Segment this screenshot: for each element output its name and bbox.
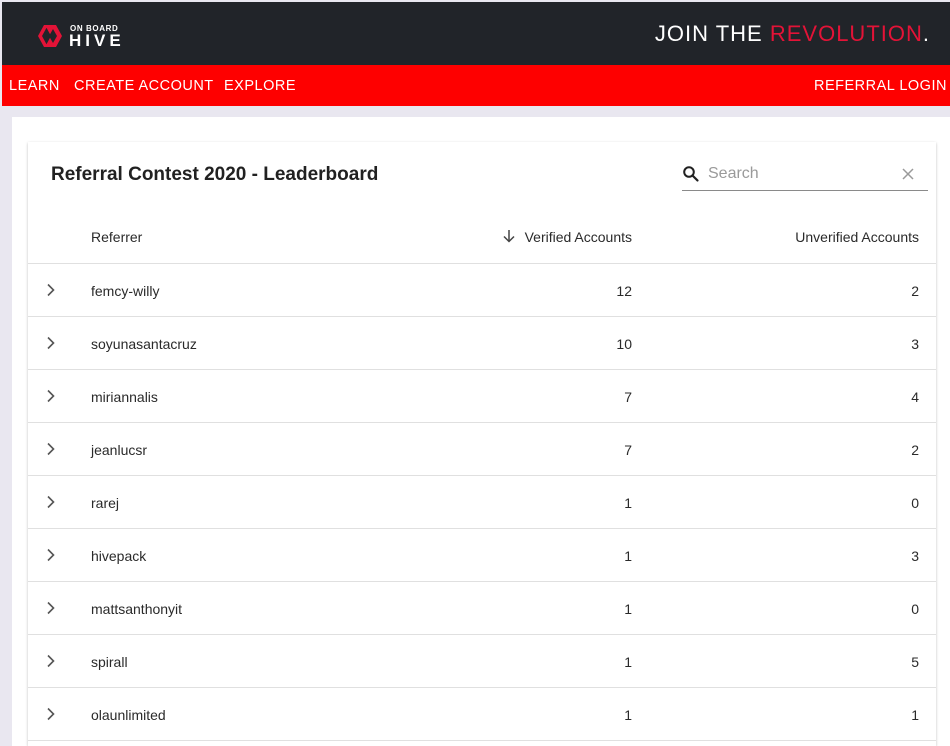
page-title: Referral Contest 2020 - Leaderboard bbox=[51, 164, 379, 185]
referrer-name: spirall bbox=[91, 654, 128, 670]
table-row[interactable]: soyunasantacruz 10 3 bbox=[28, 317, 936, 370]
verified-count: 12 bbox=[616, 283, 632, 299]
verified-count: 7 bbox=[624, 442, 632, 458]
table-body: femcy-willy 12 2 soyunasantacruz 10 3 mirianna… bbox=[28, 264, 936, 741]
referrer-name: miriannalis bbox=[91, 389, 158, 405]
verified-count: 1 bbox=[624, 495, 632, 511]
unverified-count: 3 bbox=[911, 548, 919, 564]
referrer-name: femcy-willy bbox=[91, 283, 160, 299]
referrer-name: hivepack bbox=[91, 548, 147, 564]
clear-search-icon[interactable] bbox=[902, 168, 914, 180]
chevron-right-icon[interactable] bbox=[46, 654, 56, 668]
onboard-hive-logo[interactable]: ON BOARD HIVE bbox=[38, 21, 138, 51]
chevron-right-icon[interactable] bbox=[46, 442, 56, 456]
search-input[interactable] bbox=[708, 163, 888, 185]
unverified-count: 0 bbox=[911, 601, 919, 617]
table-row[interactable]: femcy-willy 12 2 bbox=[28, 264, 936, 317]
column-header-verified[interactable]: Verified Accounts bbox=[525, 229, 632, 245]
verified-count: 1 bbox=[624, 654, 632, 670]
leaderboard-card: Referral Contest 2020 - Leaderboard Refe… bbox=[28, 142, 936, 746]
column-header-referrer[interactable]: Referrer bbox=[91, 229, 142, 245]
table-row[interactable]: rarej 1 0 bbox=[28, 476, 936, 529]
referrer-name: soyunasantacruz bbox=[91, 336, 197, 352]
verified-count: 1 bbox=[624, 707, 632, 723]
top-header: ON BOARD HIVE JOIN THE REVOLUTION. bbox=[2, 2, 950, 65]
nav-learn[interactable]: LEARN bbox=[9, 78, 60, 94]
nav-referral-login[interactable]: REFERRAL LOGIN bbox=[814, 78, 947, 94]
logo-big-text: HIVE bbox=[69, 31, 125, 50]
chevron-right-icon[interactable] bbox=[46, 601, 56, 615]
tagline: JOIN THE REVOLUTION. bbox=[655, 21, 930, 47]
column-header-unverified[interactable]: Unverified Accounts bbox=[795, 229, 919, 245]
chevron-right-icon[interactable] bbox=[46, 707, 56, 721]
verified-count: 1 bbox=[624, 601, 632, 617]
search-box bbox=[682, 160, 928, 191]
unverified-count: 3 bbox=[911, 336, 919, 352]
table-row[interactable]: olaunlimited 1 1 bbox=[28, 688, 936, 741]
referrer-name: olaunlimited bbox=[91, 707, 166, 723]
unverified-count: 4 bbox=[911, 389, 919, 405]
tagline-dot: . bbox=[922, 21, 930, 46]
arrow-down-icon[interactable] bbox=[502, 229, 516, 243]
verified-count: 10 bbox=[616, 336, 632, 352]
unverified-count: 0 bbox=[911, 495, 919, 511]
main-nav: LEARN CREATE ACCOUNT EXPLORE REFERRAL LO… bbox=[2, 65, 950, 106]
table-row[interactable]: hivepack 1 3 bbox=[28, 529, 936, 582]
search-icon bbox=[683, 166, 699, 182]
unverified-count: 5 bbox=[911, 654, 919, 670]
table-row[interactable]: spirall 1 5 bbox=[28, 635, 936, 688]
table-row[interactable]: miriannalis 7 4 bbox=[28, 370, 936, 423]
tagline-accent: REVOLUTION bbox=[769, 21, 923, 46]
verified-count: 1 bbox=[624, 548, 632, 564]
chevron-right-icon[interactable] bbox=[46, 548, 56, 562]
verified-count: 7 bbox=[624, 389, 632, 405]
hive-logo-icon bbox=[38, 25, 62, 47]
nav-explore[interactable]: EXPLORE bbox=[224, 78, 296, 94]
table-header: Referrer Verified Accounts Unverified Ac… bbox=[28, 211, 936, 264]
unverified-count: 2 bbox=[911, 442, 919, 458]
unverified-count: 2 bbox=[911, 283, 919, 299]
chevron-right-icon[interactable] bbox=[46, 283, 56, 297]
referrer-name: jeanlucsr bbox=[91, 442, 148, 458]
table-row[interactable]: mattsanthonyit 1 0 bbox=[28, 582, 936, 635]
tagline-plain: JOIN THE bbox=[654, 21, 770, 46]
referrer-name: rarej bbox=[91, 495, 120, 511]
chevron-right-icon[interactable] bbox=[46, 336, 56, 350]
chevron-right-icon[interactable] bbox=[46, 389, 56, 403]
unverified-count: 1 bbox=[911, 707, 919, 723]
table-row[interactable]: jeanlucsr 7 2 bbox=[28, 423, 936, 476]
nav-create-account[interactable]: CREATE ACCOUNT bbox=[74, 78, 214, 94]
referrer-name: mattsanthonyit bbox=[91, 601, 183, 617]
chevron-right-icon[interactable] bbox=[46, 495, 56, 509]
